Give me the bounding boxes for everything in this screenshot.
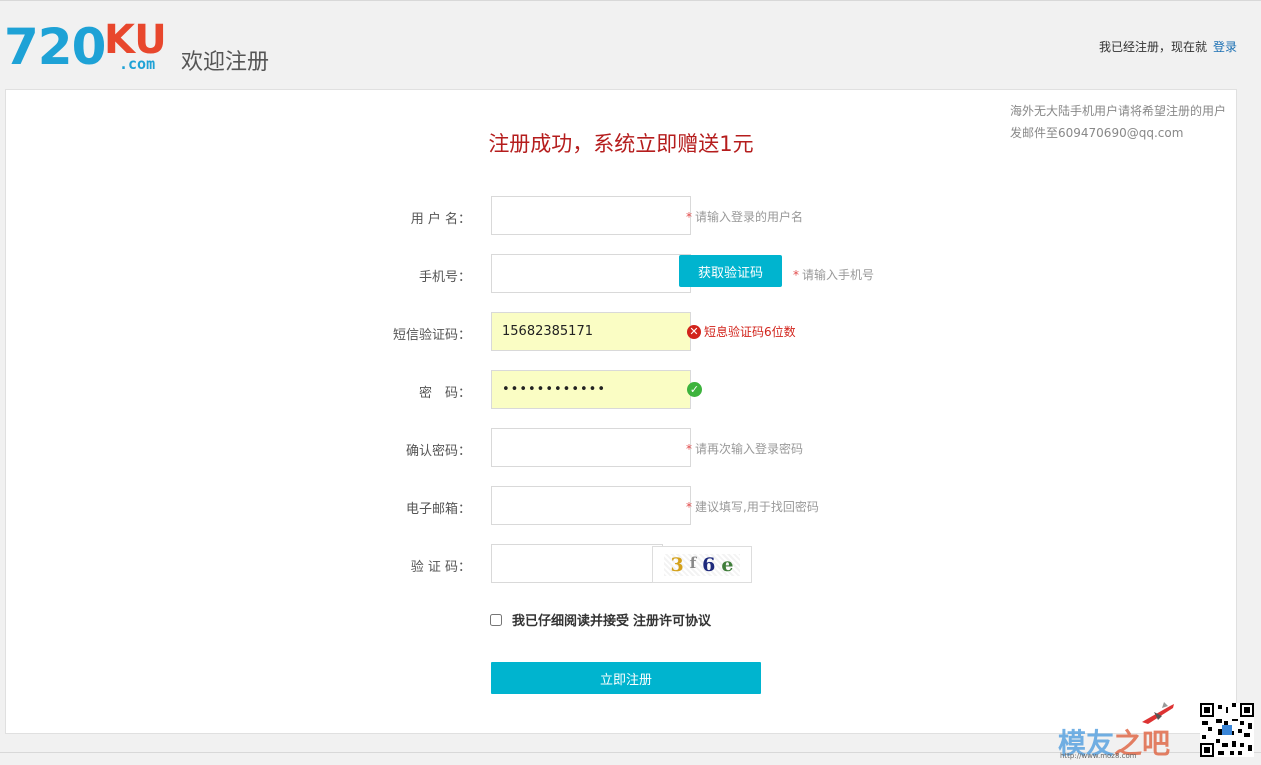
phone-row: 手机号： 获取验证码 * 请输入手机号 — [6, 254, 1236, 294]
confirm-password-hint: * 请再次输入登录密码 — [686, 440, 803, 457]
top-divider — [0, 0, 1261, 1]
required-mark: * — [686, 210, 692, 224]
sms-code-row: 短信验证码： ✕短息验证码6位数 — [6, 312, 1236, 352]
confirm-password-hint-text: 请再次输入登录密码 — [695, 442, 804, 456]
site-logo[interactable]: 720 KU .com — [4, 17, 169, 76]
register-panel: 海外无大陆手机用户请将希望注册的用户 发邮件至609470690@qq.com … — [5, 89, 1237, 734]
email-row: 电子邮箱： * 建议填写,用于找回密码 — [6, 486, 1236, 526]
sms-code-input[interactable] — [491, 312, 691, 351]
confirm-password-input[interactable] — [491, 428, 691, 467]
username-input[interactable] — [491, 196, 691, 235]
phone-label: 手机号： — [418, 270, 471, 285]
check-icon: ✓ — [687, 382, 702, 397]
watermark-url: http://www.moz8.com — [1060, 752, 1137, 760]
confirm-password-row: 确认密码： * 请再次输入登录密码 — [6, 428, 1236, 468]
terms-link[interactable]: 注册许可协议 — [633, 610, 711, 629]
email-label: 电子邮箱： — [405, 502, 471, 517]
captcha-input[interactable] — [491, 544, 663, 583]
captcha-char: 3 — [670, 553, 684, 576]
agree-text: 我已仔细阅读并接受 — [512, 614, 630, 629]
agree-checkbox[interactable] — [490, 613, 502, 626]
required-mark: * — [686, 500, 692, 514]
captcha-chars: 3 f 6 e — [664, 553, 740, 576]
success-message: 注册成功，系统立即赠送1元 — [488, 132, 754, 156]
register-button[interactable]: 立即注册 — [491, 662, 761, 694]
login-link[interactable]: 登录 — [1213, 40, 1237, 54]
sms-code-label: 短信验证码： — [392, 328, 471, 343]
page-title: 欢迎注册 — [181, 50, 270, 75]
captcha-row: 验 证 码： 3 f 6 e — [6, 544, 1236, 584]
agree-terms[interactable]: 我已仔细阅读并接受 注册许可协议 — [490, 610, 711, 629]
sms-code-error-text: 短息验证码6位数 — [704, 325, 796, 339]
sms-code-error: ✕ 短息验证码6位数 — [687, 323, 796, 340]
required-mark: * — [793, 268, 799, 282]
captcha-label: 验 证 码： — [410, 560, 471, 575]
phone-hint: * 请输入手机号 — [793, 266, 874, 283]
qr-code-icon — [1200, 703, 1254, 757]
get-code-button[interactable]: 获取验证码 — [679, 255, 782, 287]
error-icon: ✕ — [687, 324, 701, 339]
password-row: 密 码： ✓ — [6, 370, 1236, 410]
notice-line-1: 海外无大陆手机用户请将希望注册的用户 — [1010, 104, 1227, 118]
captcha-char: e — [721, 553, 734, 576]
captcha-char: 6 — [702, 553, 716, 576]
logo-domain: .com — [119, 55, 156, 73]
username-hint-text: 请输入登录的用户名 — [695, 210, 804, 224]
captcha-char: f — [689, 553, 697, 572]
username-row: 用 户 名： * 请输入登录的用户名 — [6, 196, 1236, 236]
phone-input[interactable] — [491, 254, 691, 293]
already-registered-text: 我已经注册，现在就 — [1098, 40, 1207, 54]
confirm-password-label: 确认密码： — [405, 444, 471, 459]
password-input[interactable] — [491, 370, 691, 409]
email-input[interactable] — [491, 486, 691, 525]
email-hint: * 建议填写,用于找回密码 — [686, 498, 819, 515]
password-label: 密 码： — [418, 386, 471, 401]
email-hint-text: 建议填写,用于找回密码 — [695, 500, 819, 514]
phone-hint-text: 请输入手机号 — [802, 268, 875, 282]
logo-number: 720 — [4, 18, 106, 76]
username-label: 用 户 名： — [410, 212, 471, 227]
captcha-image[interactable]: 3 f 6 e — [652, 546, 752, 583]
already-registered: 我已经注册，现在就 登录 — [1099, 38, 1237, 55]
username-hint: * 请输入登录的用户名 — [686, 208, 803, 225]
required-mark: * — [686, 442, 692, 456]
